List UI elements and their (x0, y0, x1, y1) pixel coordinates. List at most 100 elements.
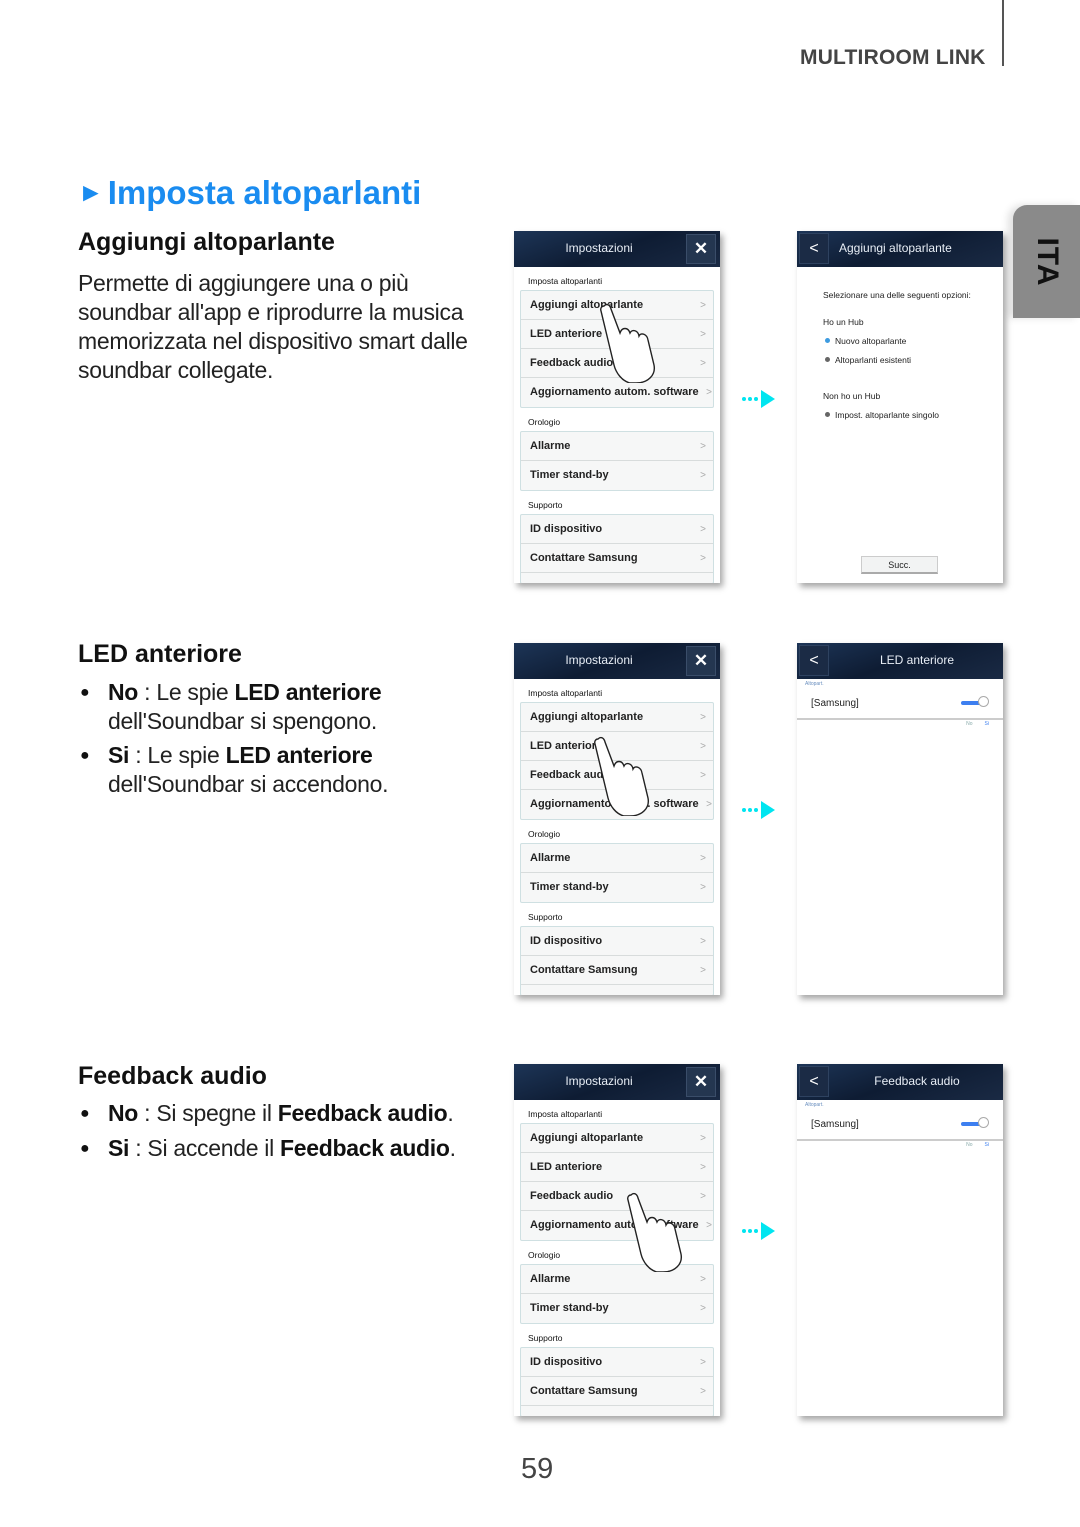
chevron-right-icon: > (700, 965, 706, 976)
breadcrumb: Altopart. (805, 1102, 824, 1108)
group-label: Supporto (528, 1333, 563, 1343)
group-label: Supporto (528, 912, 563, 922)
back-icon[interactable]: < (799, 645, 829, 676)
chevron-right-icon: > (700, 741, 706, 752)
next-button[interactable]: Succ. (861, 556, 938, 574)
chevron-right-icon: > (706, 799, 712, 810)
header-divider (1002, 0, 1004, 66)
menu-item-front-led[interactable]: LED anteriore > (521, 320, 713, 349)
chevron-right-icon: > (700, 1274, 706, 1285)
chevron-right-icon: > (706, 387, 712, 398)
no-hub-heading: Non ho un Hub (823, 391, 881, 401)
bullet-feedback-off: No : Si spegne il Feedback audio. (78, 1099, 508, 1128)
settings-group-speakers: Aggiungi altoparlante > LED anteriore > Fe… (520, 290, 714, 408)
next-step-arrow-icon (742, 801, 775, 819)
group-label: Orologio (528, 829, 561, 839)
feedback-toggle-switch[interactable] (961, 1117, 989, 1131)
bullet-led-off: No : Le spie LED anteriore dell'Soundbar… (78, 678, 498, 736)
menu-item-standby-timer[interactable]: Timer stand-by > (521, 1294, 713, 1323)
menu-item-auto-update[interactable]: Aggiornamento autom. software > (521, 1211, 713, 1240)
settings-screen-front-led: Impostazioni ✕ Imposta altoparlanti Aggi… (514, 643, 720, 995)
chevron-right-icon: > (700, 553, 706, 564)
chevron-right-icon: > (700, 770, 706, 781)
menu-item-front-led[interactable]: LED anteriore > (521, 732, 713, 761)
settings-group-support: ID dispositivo > Contattare Samsung > (520, 1347, 714, 1416)
heading-audio-feedback: Feedback audio (78, 1062, 267, 1090)
menu-item-alarm[interactable]: Allarme > (521, 844, 713, 873)
menu-item-front-led[interactable]: LED anteriore > (521, 1153, 713, 1182)
next-step-arrow-icon (742, 390, 775, 408)
menu-item-contact-samsung[interactable]: Contattare Samsung > (521, 544, 713, 573)
menu-item-auto-update[interactable]: Aggiornamento autom. software > (521, 378, 713, 407)
settings-group-speakers: Aggiungi altoparlante > LED anteriore > Fe… (520, 702, 714, 820)
next-step-arrow-icon (742, 1222, 775, 1240)
menu-item-contact-samsung[interactable]: Contattare Samsung > (521, 1377, 713, 1406)
close-icon[interactable]: ✕ (686, 1067, 716, 1097)
page-title-text: Imposta altoparlanti (107, 174, 422, 211)
menu-item-audio-feedback[interactable]: Feedback audio > (521, 349, 713, 378)
chevron-right-icon: > (700, 1162, 706, 1173)
menu-item-contact-samsung[interactable]: Contattare Samsung > (521, 956, 713, 985)
menu-item-device-id[interactable]: ID dispositivo > (521, 927, 713, 956)
chevron-right-icon: > (700, 936, 706, 947)
language-tab-label: ITA (1030, 236, 1064, 287)
menu-item-add-speaker[interactable]: Aggiungi altoparlante > (521, 703, 713, 732)
menu-item-device-id[interactable]: ID dispositivo > (521, 515, 713, 544)
settings-list: Imposta altoparlanti Aggiungi altoparlan… (514, 267, 720, 583)
menu-item-partial (521, 573, 713, 583)
group-label: Imposta altoparlanti (528, 276, 603, 286)
settings-header: Impostazioni ✕ (514, 231, 720, 267)
menu-item-partial (521, 985, 713, 995)
settings-group-clock: Allarme > Timer stand-by > (520, 843, 714, 903)
chevron-right-icon: > (700, 300, 706, 311)
menu-item-alarm[interactable]: Allarme > (521, 432, 713, 461)
chevron-right-icon: > (700, 329, 706, 340)
settings-group-support: ID dispositivo > Contattare Samsung > (520, 926, 714, 995)
menu-item-device-id[interactable]: ID dispositivo > (521, 1348, 713, 1377)
settings-title: Impostazioni (565, 1074, 633, 1088)
settings-list: Imposta altoparlanti Aggiungi altoparlan… (514, 1100, 720, 1416)
menu-item-add-speaker[interactable]: Aggiungi altoparlante > (521, 1124, 713, 1153)
option-single-speaker[interactable]: Impost. altoparlante singolo (797, 410, 1003, 420)
menu-item-auto-update[interactable]: Aggiornamento autom. software > (521, 790, 713, 819)
back-icon[interactable]: < (799, 233, 829, 264)
chevron-right-icon: > (700, 524, 706, 535)
menu-item-add-speaker[interactable]: Aggiungi altoparlante > (521, 291, 713, 320)
breadcrumb: Altopart. (805, 681, 824, 687)
menu-item-audio-feedback[interactable]: Feedback audio > (521, 1182, 713, 1211)
settings-screen-audio-feedback: Impostazioni ✕ Imposta altoparlanti Aggi… (514, 1064, 720, 1416)
settings-group-support: ID dispositivo > Contattare Samsung > (520, 514, 714, 583)
settings-title: Impostazioni (565, 241, 633, 255)
settings-list: Imposta altoparlanti Aggiungi altoparlan… (514, 679, 720, 995)
chevron-right-icon: > (700, 882, 706, 893)
menu-item-standby-timer[interactable]: Timer stand-by > (521, 461, 713, 490)
radio-icon (825, 357, 830, 362)
device-name: [Samsung] (811, 698, 859, 709)
page-title: ► Imposta altoparlanti (78, 174, 421, 212)
settings-group-speakers: Aggiungi altoparlante > LED anteriore > Fe… (520, 1123, 714, 1241)
device-toggle-row: [Samsung] No Si (797, 689, 1003, 727)
add-speaker-prompt: Selezionare una delle seguenti opzioni: (823, 290, 971, 300)
chevron-right-icon: > (700, 470, 706, 481)
close-icon[interactable]: ✕ (686, 646, 716, 676)
chevron-right-icon: > (700, 712, 706, 723)
close-icon[interactable]: ✕ (686, 234, 716, 264)
chevron-right-icon: > (700, 853, 706, 864)
audio-feedback-title: Feedback audio (874, 1074, 960, 1088)
back-icon[interactable]: < (799, 1066, 829, 1097)
chevron-right-icon: > (700, 1357, 706, 1368)
device-name: [Samsung] (811, 1119, 859, 1130)
menu-item-audio-feedback[interactable]: Feedback audio > (521, 761, 713, 790)
option-existing-speakers[interactable]: Altoparlanti esistenti (797, 355, 1003, 365)
settings-header: Impostazioni ✕ (514, 1064, 720, 1100)
chevron-right-icon: > (700, 1191, 706, 1202)
menu-item-standby-timer[interactable]: Timer stand-by > (521, 873, 713, 902)
option-new-speaker[interactable]: Nuovo altoparlante (797, 336, 1003, 346)
front-led-header: < LED anteriore (797, 643, 1003, 679)
audio-feedback-options: No : Si spegne il Feedback audio. Si : S… (78, 1099, 508, 1168)
settings-title: Impostazioni (565, 653, 633, 667)
led-toggle-switch[interactable] (961, 696, 989, 710)
settings-group-clock: Allarme > Timer stand-by > (520, 1264, 714, 1324)
page-number: 59 (521, 1453, 554, 1485)
menu-item-alarm[interactable]: Allarme > (521, 1265, 713, 1294)
